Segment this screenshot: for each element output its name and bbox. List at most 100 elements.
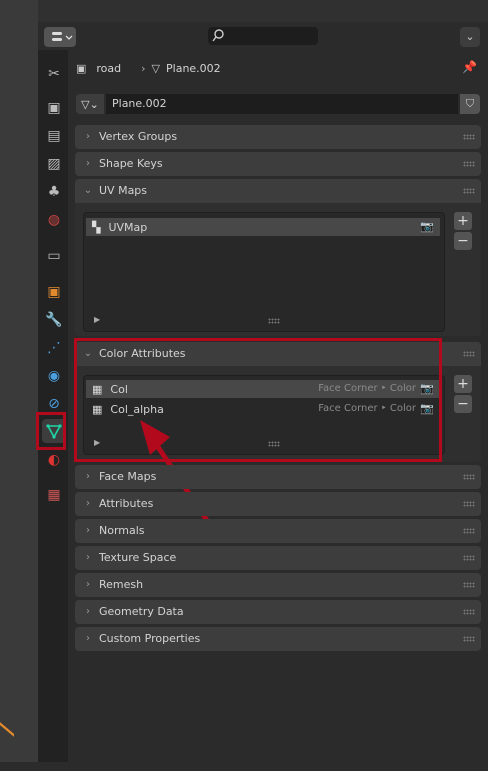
fake-user-button[interactable]: ⛉ bbox=[460, 94, 480, 114]
uv-map-name: UVMap bbox=[108, 220, 148, 234]
constraint-icon: ⊘ bbox=[48, 396, 60, 412]
minus-icon: − bbox=[457, 233, 469, 249]
chevron-right-icon: › bbox=[86, 471, 90, 482]
texture-tab[interactable]: ▦ bbox=[42, 483, 66, 507]
drag-handle[interactable] bbox=[463, 582, 475, 588]
output-tab[interactable]: ▤ bbox=[42, 124, 66, 148]
chevron-right-icon: › bbox=[86, 552, 90, 563]
arrow-head-icon bbox=[140, 420, 170, 455]
drag-handle[interactable] bbox=[463, 188, 475, 194]
physics-icon: ◉ bbox=[47, 368, 61, 384]
top-header bbox=[38, 0, 488, 22]
pin-icon[interactable]: 📌 bbox=[462, 60, 477, 74]
panel-attributes[interactable]: › Attributes bbox=[75, 492, 481, 516]
object-square-icon: ▣ bbox=[76, 61, 87, 75]
list-resize-handle[interactable] bbox=[268, 318, 280, 324]
expand-triangle-icon[interactable]: ▶ bbox=[94, 315, 100, 324]
checker-texture-icon: ▦ bbox=[47, 487, 61, 503]
chevron-right-icon: › bbox=[86, 498, 90, 509]
drag-handle[interactable] bbox=[463, 609, 475, 615]
material-sphere-icon: ◐ bbox=[47, 452, 61, 468]
wrench-icon: 🔧 bbox=[45, 312, 63, 328]
particles-icon: ⋰ bbox=[47, 340, 61, 356]
highlight-box-data-tab bbox=[36, 412, 66, 450]
chevron-right-icon: › bbox=[86, 131, 90, 142]
minus-icon: − bbox=[457, 396, 469, 412]
material-tab[interactable]: ◐ bbox=[42, 448, 66, 472]
drag-handle[interactable] bbox=[463, 555, 475, 561]
add-uv-map-button[interactable]: + bbox=[454, 212, 472, 230]
drag-handle[interactable] bbox=[463, 351, 475, 357]
chevron-down-icon: ⌄ bbox=[465, 30, 475, 43]
drag-handle[interactable] bbox=[463, 528, 475, 534]
modifiers-tab[interactable]: 🔧 bbox=[42, 308, 66, 332]
world-tab[interactable]: ◍ bbox=[42, 208, 66, 232]
panel-custom-properties[interactable]: › Custom Properties bbox=[75, 627, 481, 651]
render-tab[interactable]: ▣ bbox=[42, 96, 66, 120]
collection-tab[interactable]: ▭ bbox=[42, 244, 66, 268]
camera-back-icon: ▣ bbox=[47, 100, 61, 116]
panel-title: Remesh bbox=[99, 578, 144, 591]
panel-uv-maps[interactable]: ⌄ UV Maps bbox=[75, 179, 481, 203]
shield-icon: ⛉ bbox=[465, 97, 475, 110]
collection-box-icon: ▭ bbox=[47, 248, 61, 264]
drag-handle[interactable] bbox=[463, 501, 475, 507]
add-color-attribute-button[interactable]: + bbox=[454, 375, 472, 393]
panel-title: Shape Keys bbox=[99, 157, 163, 170]
uv-maps-list[interactable]: ▚ UVMap 📷 ▶ bbox=[83, 212, 445, 332]
scene-icon: ♣ bbox=[47, 184, 61, 200]
remove-uv-map-button[interactable]: − bbox=[454, 232, 472, 250]
drag-handle[interactable] bbox=[463, 474, 475, 480]
panel-geometry-data[interactable]: › Geometry Data bbox=[75, 600, 481, 624]
panel-vertex-groups[interactable]: › Vertex Groups bbox=[75, 125, 481, 149]
mesh-data-icon: ▽ bbox=[151, 61, 161, 75]
editor-type-icon bbox=[52, 32, 73, 41]
panel-face-maps[interactable]: › Face Maps bbox=[75, 465, 481, 489]
search-input[interactable] bbox=[208, 27, 318, 45]
panel-title: Vertex Groups bbox=[99, 130, 178, 143]
options-dropdown-button[interactable]: ⌄ bbox=[460, 27, 480, 47]
physics-tab[interactable]: ◉ bbox=[42, 364, 66, 388]
plus-icon: + bbox=[457, 376, 469, 392]
drag-handle[interactable] bbox=[463, 134, 475, 140]
wrench-screwdriver-icon: ✂ bbox=[48, 66, 60, 82]
search-icon bbox=[212, 29, 224, 42]
mesh-browse-button[interactable]: ▽⌄ bbox=[76, 94, 104, 114]
remove-color-attribute-button[interactable]: − bbox=[454, 395, 472, 413]
plus-icon: + bbox=[457, 213, 469, 229]
mesh-name-field[interactable]: Plane.002 bbox=[106, 94, 458, 114]
camera-icon[interactable]: 📷 bbox=[420, 220, 434, 233]
tool-tab[interactable]: ✂ bbox=[42, 62, 66, 86]
panel-title: Geometry Data bbox=[99, 605, 184, 618]
chevron-right-icon: › bbox=[86, 606, 90, 617]
particles-tab[interactable]: ⋰ bbox=[42, 336, 66, 360]
panel-title: Custom Properties bbox=[99, 632, 201, 645]
chevron-right-icon: › bbox=[141, 61, 146, 75]
panel-title: Normals bbox=[99, 524, 145, 537]
breadcrumb-mesh: Plane.002 bbox=[166, 61, 221, 75]
drag-handle[interactable] bbox=[463, 161, 475, 167]
panel-title: UV Maps bbox=[99, 184, 148, 197]
scene-tab[interactable]: ♣ bbox=[42, 180, 66, 204]
uv-map-icon: ▚ bbox=[92, 220, 101, 234]
object-tab[interactable]: ▣ bbox=[42, 280, 66, 304]
panel-normals[interactable]: › Normals bbox=[75, 519, 481, 543]
image-stack-icon: ▨ bbox=[47, 156, 61, 172]
editor-type-button[interactable] bbox=[44, 27, 76, 47]
chevron-down-icon: ⌄ bbox=[83, 185, 93, 196]
chevron-right-icon: › bbox=[86, 525, 90, 536]
breadcrumb-object: road bbox=[96, 61, 122, 75]
breadcrumb: ▣ road › ▽ Plane.002 bbox=[76, 58, 221, 78]
chevron-right-icon: › bbox=[86, 158, 90, 169]
panel-title: Texture Space bbox=[99, 551, 177, 564]
printer-icon: ▤ bbox=[47, 128, 61, 144]
drag-handle[interactable] bbox=[463, 636, 475, 642]
panel-texture-space[interactable]: › Texture Space bbox=[75, 546, 481, 570]
panel-remesh[interactable]: › Remesh bbox=[75, 573, 481, 597]
object-square-icon: ▣ bbox=[47, 284, 61, 300]
view-layer-tab[interactable]: ▨ bbox=[42, 152, 66, 176]
panel-title: Attributes bbox=[99, 497, 154, 510]
mesh-data-icon: ▽⌄ bbox=[81, 97, 99, 111]
panel-shape-keys[interactable]: › Shape Keys bbox=[75, 152, 481, 176]
list-item[interactable]: ▚ UVMap 📷 bbox=[86, 218, 440, 236]
